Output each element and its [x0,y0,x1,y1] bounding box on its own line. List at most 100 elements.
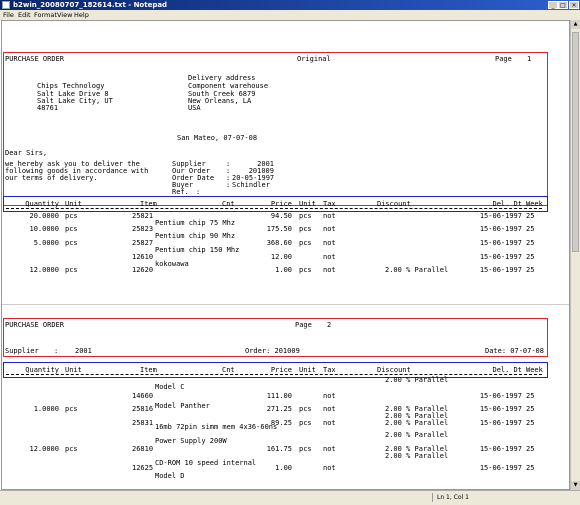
row-week: 25 [526,253,535,261]
col-week: Week [526,366,543,374]
col-tax: Tax [323,366,336,374]
field-separator: : [196,188,201,196]
row-week: 25 [526,419,535,427]
row-delivery-date: 15-06-1997 [479,212,522,220]
delivery-line: Component warehouse [188,82,269,90]
row-price-unit: pcs [299,405,312,413]
menu-bar: File Edit Format View Help [0,10,580,20]
notepad-icon [2,1,10,9]
sender-line: 48761 [37,104,59,112]
row-description: Pentium chip 75 Mhz [155,219,236,227]
sender-line: Chips Technology [37,82,105,90]
page1-page-number: 1 [527,55,532,63]
row-price-unit: pcs [299,212,312,220]
row-price: 161.75 [266,445,292,453]
col-delivery-date: Del. Dt [492,366,522,374]
minimize-button[interactable]: _ [548,1,558,9]
col-tax: Tax [323,200,336,208]
row-item-number: 25821 [132,212,154,220]
row-price-unit: pcs [299,445,312,453]
row-tax: not [323,225,336,233]
col-quantity: Quantity [25,366,59,374]
vertical-scrollbar[interactable]: ▲ ▼ [570,20,580,490]
row-unit: pcs [65,225,78,233]
menu-format[interactable]: Format [34,10,57,20]
row-tax: not [323,266,336,274]
row-tax: not [323,419,336,427]
field-separator: : [226,181,231,189]
menu-help[interactable]: Help [74,10,89,20]
row-delivery-date: 15-06-1997 [479,392,522,400]
row-item-number: 12620 [132,266,154,274]
row-week: 25 [526,239,535,247]
page1-header-box [3,52,548,206]
page2-supplier-separator: : [54,347,59,355]
scroll-down-arrow-icon[interactable]: ▼ [571,481,580,490]
col-discount: Discount [377,200,411,208]
page1-page-label: Page [495,55,512,63]
scroll-up-arrow-icon[interactable]: ▲ [571,20,580,29]
row-price: 175.50 [266,225,292,233]
row-price: 271.25 [266,405,292,413]
text-editor[interactable]: PURCHASE ORDER Original Page 1 Delivery … [1,20,570,490]
row-price: 94.50 [270,212,292,220]
column-divider [6,208,542,209]
row-description: 16mb 72pin simm mem 4x36-60ns [155,423,278,431]
row-item-number: 25831 [132,419,154,427]
row-description: Model C [155,383,185,391]
col-cnt: Cnt [222,366,235,374]
row-price-unit: pcs [299,419,312,427]
row-week: 25 [526,464,535,472]
row-price: 1.00 [275,464,292,472]
row-price: 368.60 [266,239,292,247]
row-item-number: 25827 [132,239,154,247]
row-quantity: 20.0000 [29,212,59,220]
row-tax: not [323,239,336,247]
salutation: Dear Sirs, [5,149,48,157]
row-week: 25 [526,445,535,453]
page2-page-label: Page [295,321,312,329]
row-discount: 2.00 % Parallel [385,452,449,460]
row-quantity: 1.0000 [33,405,59,413]
col-week: Week [526,200,543,208]
row-week: 25 [526,266,535,274]
page1-copy-label: Original [297,55,331,63]
page2-order: Order: 201009 [245,347,300,355]
cursor-position: Ln 1, Col 1 [432,493,568,502]
col-unit: Unit [65,366,82,374]
row-unit: pcs [65,405,78,413]
overflow-discount: 2.00 % Parallel [385,376,449,384]
row-description: Model D [155,472,185,480]
status-bar: Ln 1, Col 1 [0,490,580,505]
row-quantity: 10.0000 [29,225,59,233]
col-cnt: Cnt [222,200,235,208]
menu-view[interactable]: View [57,10,72,20]
row-tax: not [323,392,336,400]
row-price-unit: pcs [299,225,312,233]
maximize-button[interactable]: □ [558,1,568,9]
row-tax: not [323,445,336,453]
row-tax: not [323,464,336,472]
row-price: 111.00 [266,392,292,400]
row-item-number: 12625 [132,464,154,472]
row-discount: 2.00 % Parallel [385,266,449,274]
row-price: 1.00 [275,266,292,274]
row-tax: not [323,212,336,220]
col-delivery-date: Del. Dt [492,200,522,208]
col-item: Item [140,200,157,208]
title-bar[interactable]: b2win_20080707_182614.txt - Notepad _ □ … [0,0,580,10]
row-delivery-date: 15-06-1997 [479,405,522,413]
row-description: Pentium chip 150 Mhz [155,246,240,254]
row-delivery-date: 15-06-1997 [479,239,522,247]
col-unit: Unit [65,200,82,208]
scroll-thumb[interactable] [572,32,579,252]
row-delivery-date: 15-06-1997 [479,445,522,453]
row-unit: pcs [65,212,78,220]
menu-file[interactable]: File [3,10,14,20]
close-button[interactable]: × [569,1,579,9]
row-price-unit: pcs [299,239,312,247]
row-description: CD-ROM 10 speed internal [155,459,257,467]
row-item-number: 25823 [132,225,154,233]
row-delivery-date: 15-06-1997 [479,266,522,274]
menu-edit[interactable]: Edit [18,10,31,20]
